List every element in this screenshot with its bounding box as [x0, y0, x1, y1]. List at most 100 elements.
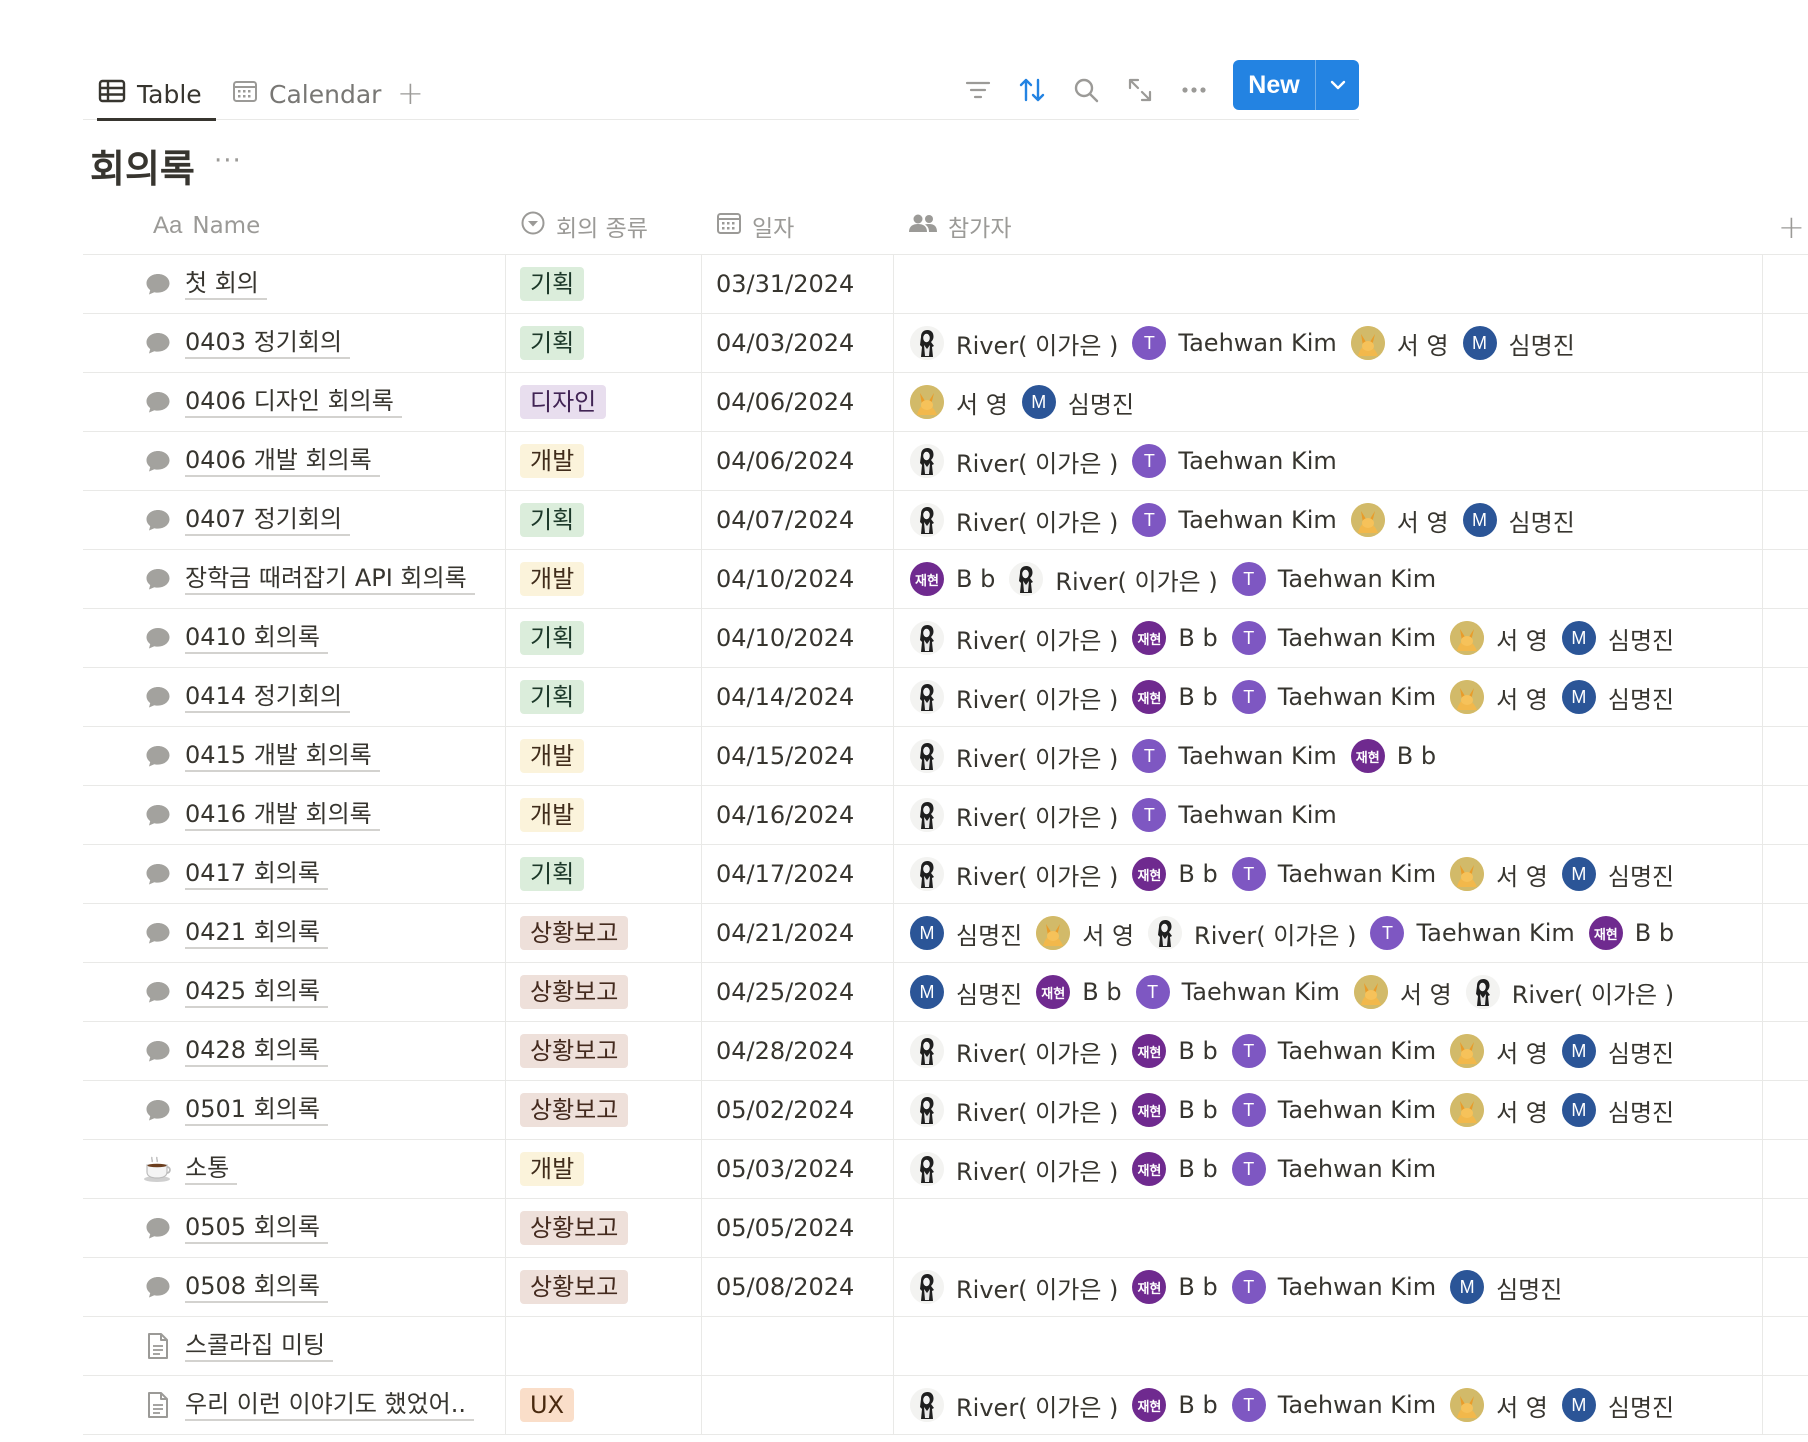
- row-title[interactable]: 0407 정기회의: [185, 504, 351, 536]
- table-row[interactable]: 첫 회의 기획 03/31/2024: [83, 255, 1808, 314]
- row-title[interactable]: 0421 회의록: [185, 917, 328, 949]
- participants-cell[interactable]: River( 이가은 ) 재현 B b T Taehwan Kim 서 영 M 심명진: [893, 1376, 1763, 1434]
- participants-cell[interactable]: River( 이가은 ) T Taehwan Kim: [893, 786, 1763, 844]
- type-cell[interactable]: 기획: [505, 609, 701, 667]
- new-button-label[interactable]: New: [1233, 60, 1315, 110]
- participants-cell[interactable]: River( 이가은 ) 재현 B b T Taehwan Kim: [893, 1140, 1763, 1198]
- date-cell[interactable]: 05/02/2024: [701, 1081, 893, 1139]
- type-cell[interactable]: 개발: [505, 727, 701, 785]
- date-cell[interactable]: 04/15/2024: [701, 727, 893, 785]
- date-cell[interactable]: 05/05/2024: [701, 1199, 893, 1257]
- participants-cell[interactable]: River( 이가은 ) T Taehwan Kim 서 영 M 심명진: [893, 314, 1763, 372]
- expand-icon[interactable]: [1122, 72, 1158, 108]
- date-cell[interactable]: 04/28/2024: [701, 1022, 893, 1080]
- name-cell[interactable]: 장학금 때려잡기 API 회의록: [83, 550, 505, 608]
- type-cell[interactable]: 상황보고: [505, 963, 701, 1021]
- table-row[interactable]: 0505 회의록 상황보고 05/05/2024: [83, 1199, 1808, 1258]
- participants-cell[interactable]: River( 이가은 ) T Taehwan Kim 재현 B b: [893, 727, 1763, 785]
- row-title[interactable]: 첫 회의: [185, 268, 267, 300]
- type-cell[interactable]: UX: [505, 1376, 701, 1434]
- date-cell[interactable]: 04/07/2024: [701, 491, 893, 549]
- type-cell[interactable]: 기획: [505, 314, 701, 372]
- table-row[interactable]: 소통 개발 05/03/2024 River( 이가은 ) 재현 B b T Taehwan …: [83, 1140, 1808, 1199]
- add-property-button[interactable]: +: [1778, 208, 1805, 246]
- participants-cell[interactable]: River( 이가은 ) T Taehwan Kim 서 영 M 심명진: [893, 491, 1763, 549]
- table-row[interactable]: 스콜라집 미팅: [83, 1317, 1808, 1376]
- type-cell[interactable]: 디자인: [505, 373, 701, 431]
- type-cell[interactable]: 기획: [505, 668, 701, 726]
- row-title[interactable]: 0508 회의록: [185, 1271, 328, 1303]
- name-cell[interactable]: 소통: [83, 1140, 505, 1198]
- sort-icon[interactable]: [1014, 72, 1050, 108]
- date-cell[interactable]: 04/21/2024: [701, 904, 893, 962]
- row-title[interactable]: 0415 개발 회의록: [185, 740, 380, 772]
- date-cell[interactable]: [701, 1317, 893, 1375]
- row-title[interactable]: 0410 회의록: [185, 622, 328, 654]
- name-cell[interactable]: 0406 개발 회의록: [83, 432, 505, 490]
- type-cell[interactable]: 상황보고: [505, 1258, 701, 1316]
- row-title[interactable]: 0416 개발 회의록: [185, 799, 380, 831]
- date-cell[interactable]: 05/03/2024: [701, 1140, 893, 1198]
- name-cell[interactable]: 0414 정기회의: [83, 668, 505, 726]
- name-cell[interactable]: 0417 회의록: [83, 845, 505, 903]
- table-row[interactable]: 0501 회의록 상황보고 05/02/2024 River( 이가은 ) 재현 B b T…: [83, 1081, 1808, 1140]
- participants-cell[interactable]: River( 이가은 ) 재현 B b T Taehwan Kim 서 영 M 심명진: [893, 668, 1763, 726]
- more-icon[interactable]: [1176, 72, 1212, 108]
- name-cell[interactable]: 0428 회의록: [83, 1022, 505, 1080]
- participants-cell[interactable]: River( 이가은 ) 재현 B b T Taehwan Kim M 심명진: [893, 1258, 1763, 1316]
- table-row[interactable]: 0407 정기회의 기획 04/07/2024 River( 이가은 ) T Taehwa…: [83, 491, 1808, 550]
- date-cell[interactable]: 04/10/2024: [701, 609, 893, 667]
- row-title[interactable]: 0428 회의록: [185, 1035, 328, 1067]
- row-title[interactable]: 장학금 때려잡기 API 회의록: [185, 563, 475, 595]
- name-cell[interactable]: 0508 회의록: [83, 1258, 505, 1316]
- date-cell[interactable]: 05/08/2024: [701, 1258, 893, 1316]
- type-cell[interactable]: 기획: [505, 255, 701, 313]
- row-title[interactable]: 0403 정기회의: [185, 327, 351, 359]
- row-title[interactable]: 0414 정기회의: [185, 681, 351, 713]
- filter-icon[interactable]: [960, 72, 996, 108]
- name-cell[interactable]: 0501 회의록: [83, 1081, 505, 1139]
- participants-cell[interactable]: River( 이가은 ) 재현 B b T Taehwan Kim 서 영 M 심명진: [893, 845, 1763, 903]
- date-cell[interactable]: 03/31/2024: [701, 255, 893, 313]
- row-title[interactable]: 0425 회의록: [185, 976, 328, 1008]
- table-row[interactable]: 0421 회의록 상황보고 04/21/2024 M 심명진 서 영 River( 이가은 …: [83, 904, 1808, 963]
- table-row[interactable]: 0410 회의록 기획 04/10/2024 River( 이가은 ) 재현 B b T Ta…: [83, 609, 1808, 668]
- date-cell[interactable]: [701, 1376, 893, 1434]
- participants-cell[interactable]: 서 영 M 심명진: [893, 373, 1763, 431]
- date-cell[interactable]: 04/03/2024: [701, 314, 893, 372]
- type-cell[interactable]: 상황보고: [505, 1199, 701, 1257]
- type-cell[interactable]: 상황보고: [505, 1081, 701, 1139]
- date-cell[interactable]: 04/17/2024: [701, 845, 893, 903]
- row-title[interactable]: 소통: [185, 1153, 238, 1185]
- name-cell[interactable]: 0421 회의록: [83, 904, 505, 962]
- row-title[interactable]: 스콜라집 미팅: [185, 1330, 334, 1362]
- date-cell[interactable]: 04/16/2024: [701, 786, 893, 844]
- chevron-down-icon[interactable]: [1315, 60, 1359, 110]
- participants-cell[interactable]: [893, 255, 1763, 313]
- type-cell[interactable]: 개발: [505, 786, 701, 844]
- name-cell[interactable]: 0406 디자인 회의록: [83, 373, 505, 431]
- row-title[interactable]: 우리 이런 이야기도 했었어..: [185, 1389, 475, 1421]
- name-cell[interactable]: 0403 정기회의: [83, 314, 505, 372]
- type-cell[interactable]: 개발: [505, 1140, 701, 1198]
- title-more-icon[interactable]: ···: [214, 146, 242, 176]
- tab-table[interactable]: Table: [97, 68, 216, 121]
- name-cell[interactable]: 0415 개발 회의록: [83, 727, 505, 785]
- participants-cell[interactable]: M 심명진 서 영 River( 이가은 ) T Taehwan Kim 재현 B b: [893, 904, 1763, 962]
- name-cell[interactable]: 우리 이런 이야기도 했었어..: [83, 1376, 505, 1434]
- type-cell[interactable]: [505, 1317, 701, 1375]
- type-cell[interactable]: 상황보고: [505, 1022, 701, 1080]
- participants-cell[interactable]: River( 이가은 ) T Taehwan Kim: [893, 432, 1763, 490]
- table-row[interactable]: 0406 디자인 회의록 디자인 04/06/2024 서 영 M 심명진: [83, 373, 1808, 432]
- new-button[interactable]: New: [1233, 60, 1359, 110]
- row-title[interactable]: 0505 회의록: [185, 1212, 328, 1244]
- table-row[interactable]: 0416 개발 회의록 개발 04/16/2024 River( 이가은 ) T Taeh…: [83, 786, 1808, 845]
- table-row[interactable]: 0406 개발 회의록 개발 04/06/2024 River( 이가은 ) T Taeh…: [83, 432, 1808, 491]
- table-row[interactable]: 0414 정기회의 기획 04/14/2024 River( 이가은 ) 재현 B b TT…: [83, 668, 1808, 727]
- name-cell[interactable]: 0505 회의록: [83, 1199, 505, 1257]
- add-view-button[interactable]: +: [397, 74, 424, 112]
- date-cell[interactable]: 04/10/2024: [701, 550, 893, 608]
- name-cell[interactable]: 스콜라집 미팅: [83, 1317, 505, 1375]
- date-cell[interactable]: 04/25/2024: [701, 963, 893, 1021]
- name-cell[interactable]: 0410 회의록: [83, 609, 505, 667]
